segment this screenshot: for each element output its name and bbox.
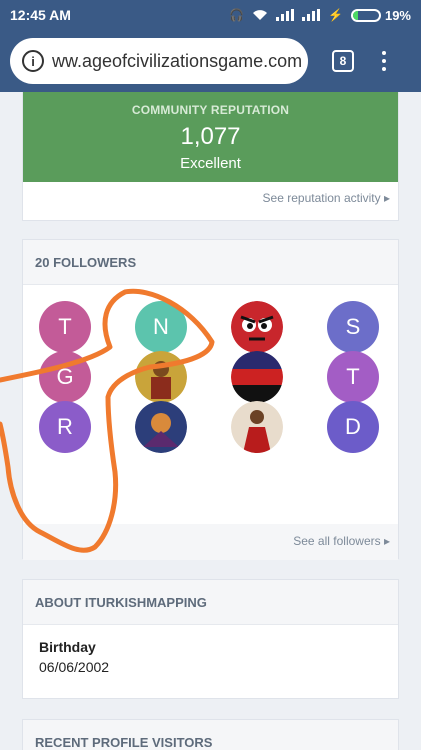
charging-icon: ⚡ — [328, 8, 343, 22]
followers-title: 20 FOLLOWERS — [23, 240, 398, 285]
follower-avatar[interactable]: R — [39, 401, 91, 453]
followers-card: 20 FOLLOWERS TNSGTRD See all followers ▸ — [22, 239, 399, 560]
follower-initial: T — [346, 364, 360, 389]
about-title: ABOUT ITURKISHMAPPING — [23, 580, 398, 625]
follower-avatar[interactable]: N — [135, 301, 187, 353]
battery-fill — [352, 10, 358, 20]
follower-avatar[interactable]: T — [327, 351, 379, 403]
reputation-activity-link[interactable]: See reputation activity ▸ — [263, 191, 390, 205]
birthday-label: Birthday — [39, 639, 96, 655]
about-card: ABOUT ITURKISHMAPPING Birthday 06/06/200… — [22, 579, 399, 699]
info-icon[interactable]: i — [22, 50, 44, 72]
battery-icon — [350, 8, 381, 22]
follower-initial: D — [345, 414, 361, 439]
follower-avatar[interactable] — [231, 301, 283, 353]
follower-avatar[interactable] — [231, 351, 283, 403]
more-menu-icon[interactable] — [382, 51, 386, 71]
follower-initial: S — [345, 314, 361, 339]
about-body: Birthday 06/06/2002 — [23, 625, 398, 689]
follower-initial: R — [57, 414, 73, 439]
reputation-box: COMMUNITY REPUTATION 1,077 Excellent — [23, 92, 398, 182]
follower-avatar[interactable]: T — [39, 301, 91, 353]
battery-percent: 19% — [384, 7, 411, 23]
follower-avatar[interactable]: G — [39, 351, 91, 403]
follower-avatar[interactable] — [135, 351, 187, 403]
reputation-activity-label[interactable]: See reputation activity — [263, 191, 381, 205]
visitors-title: RECENT PROFILE VISITORS — [23, 720, 398, 750]
status-icons: 🎧 ⚡ 19% — [229, 8, 411, 23]
followers-grid: TNSGTRD — [23, 285, 398, 524]
status-bar: 12:45 AM 🎧 ⚡ 19% — [0, 0, 421, 30]
page-content[interactable]: COMMUNITY REPUTATION 1,077 Excellent See… — [0, 92, 421, 750]
tab-switcher-button[interactable]: 8 — [332, 50, 354, 72]
reputation-card: COMMUNITY REPUTATION 1,077 Excellent See… — [22, 92, 399, 221]
signal-icon-2 — [302, 9, 321, 21]
follower-avatar[interactable] — [231, 401, 283, 453]
clock: 12:45 AM — [10, 7, 71, 23]
reputation-rating: Excellent — [180, 155, 241, 172]
see-all-followers-link[interactable]: See all followers ▸ — [23, 524, 398, 560]
see-all-followers-label[interactable]: See all followers — [293, 534, 380, 548]
follower-initial: T — [58, 314, 72, 339]
headphones-icon: 🎧 — [229, 8, 245, 22]
visitors-card: RECENT PROFILE VISITORS — [22, 719, 399, 750]
battery-indicator: 19% — [350, 7, 411, 23]
wifi-icon — [253, 10, 268, 20]
follower-avatar[interactable]: S — [327, 301, 379, 353]
url-text[interactable]: ww.ageofcivilizationsgame.com — [52, 51, 302, 72]
address-bar[interactable]: i ww.ageofcivilizationsgame.com — [10, 38, 308, 84]
reputation-label: COMMUNITY REPUTATION — [131, 103, 290, 117]
follower-avatar[interactable] — [135, 401, 187, 453]
follower-avatar[interactable]: D — [327, 401, 379, 453]
reputation-value: 1,077 — [180, 123, 241, 150]
chevron-right-icon: ▸ — [383, 191, 390, 205]
follower-initial: N — [153, 314, 169, 339]
follower-initial: G — [56, 364, 74, 389]
chevron-right-icon: ▸ — [383, 534, 390, 548]
browser-toolbar: i ww.ageofcivilizationsgame.com 8 — [0, 30, 421, 92]
birthday-value: 06/06/2002 — [39, 659, 110, 675]
signal-icon — [276, 9, 295, 21]
